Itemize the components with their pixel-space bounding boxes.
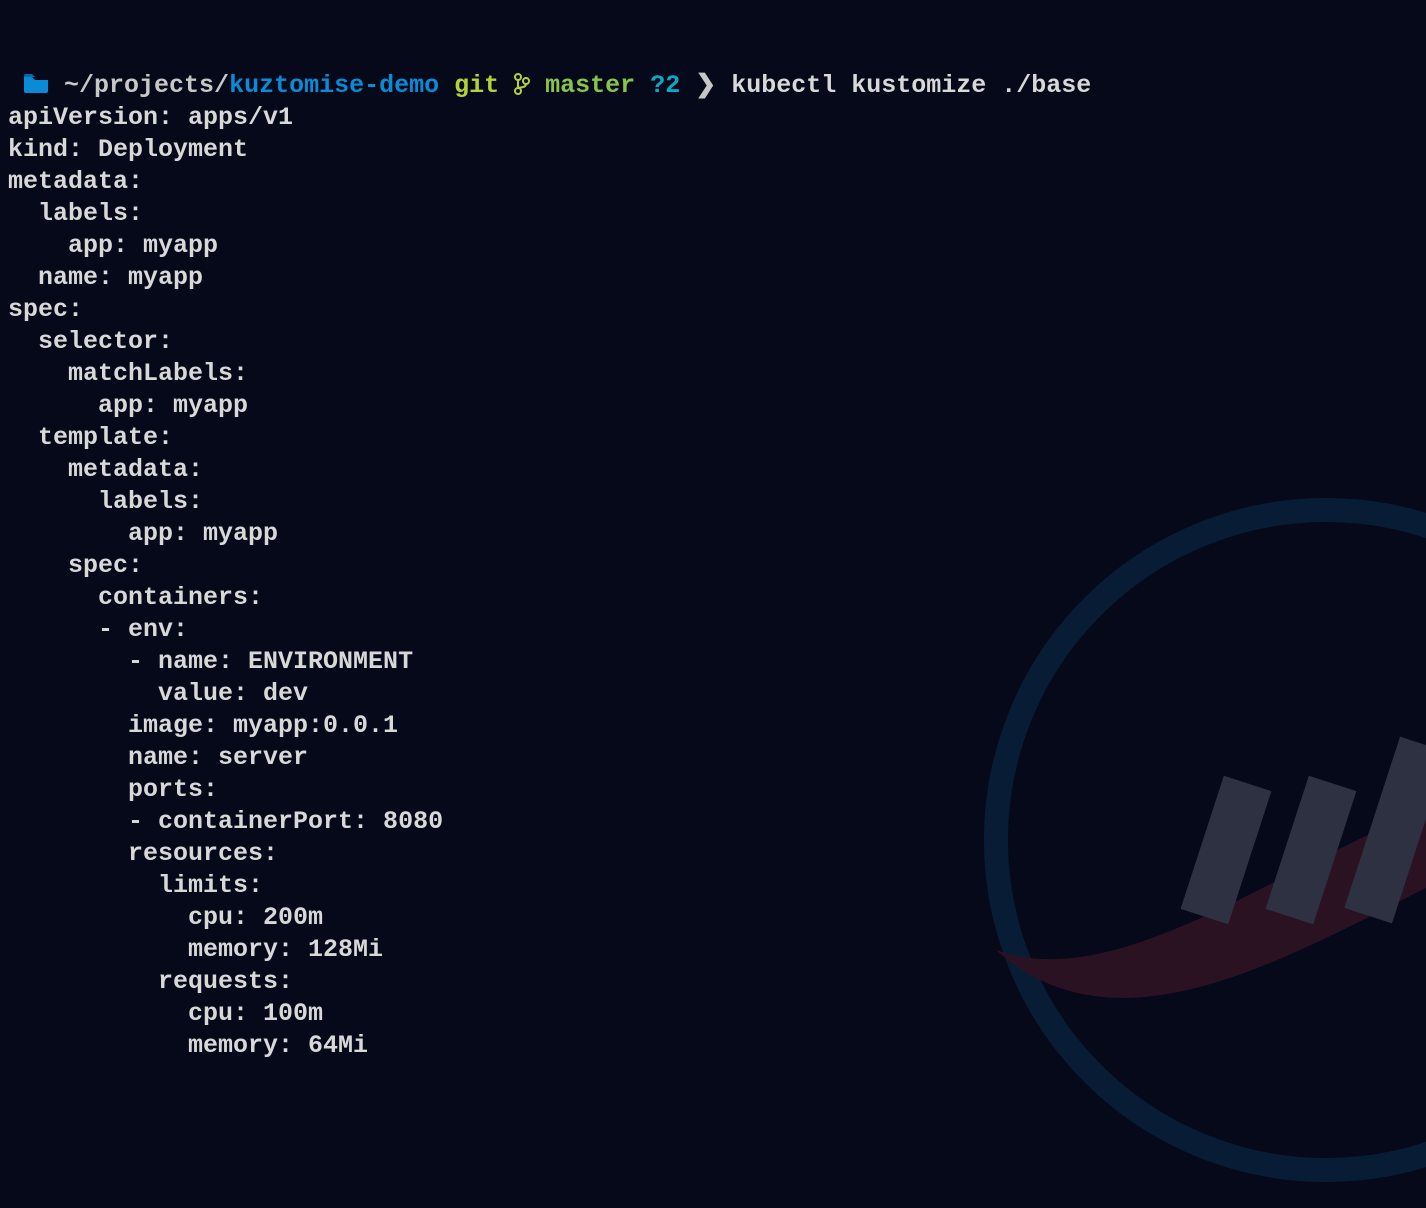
prompt-line[interactable]: ~/projects/kuztomise-demo git master ?2 … [8, 70, 1418, 102]
command-output: apiVersion: apps/v1kind: Deploymentmetad… [8, 102, 1418, 1062]
output-line: - containerPort: 8080 [8, 806, 1418, 838]
prompt-path-prefix: ~/projects/ [64, 71, 229, 100]
output-line: template: [8, 422, 1418, 454]
output-line: metadata: [8, 454, 1418, 486]
git-label: git [454, 71, 499, 100]
output-line: requests: [8, 966, 1418, 998]
output-line: app: myapp [8, 518, 1418, 550]
output-line: matchLabels: [8, 358, 1418, 390]
branch-icon [514, 71, 530, 100]
output-line: value: dev [8, 678, 1418, 710]
output-line: name: server [8, 742, 1418, 774]
output-line: cpu: 200m [8, 902, 1418, 934]
output-line: app: myapp [8, 230, 1418, 262]
output-line: - name: ENVIRONMENT [8, 646, 1418, 678]
output-line: app: myapp [8, 390, 1418, 422]
terminal-window[interactable]: ~/projects/kuztomise-demo git master ?2 … [0, 0, 1426, 1100]
output-line: labels: [8, 486, 1418, 518]
output-line: containers: [8, 582, 1418, 614]
prompt-arrow-icon: ❯ [695, 71, 716, 100]
output-line: labels: [8, 198, 1418, 230]
output-line: image: myapp:0.0.1 [8, 710, 1418, 742]
output-line: limits: [8, 870, 1418, 902]
output-line: ports: [8, 774, 1418, 806]
command-input[interactable]: kubectl kustomize ./base [731, 71, 1091, 100]
folder-icon [23, 71, 49, 100]
output-line: metadata: [8, 166, 1418, 198]
output-line: cpu: 100m [8, 998, 1418, 1030]
output-line: kind: Deployment [8, 134, 1418, 166]
output-line: resources: [8, 838, 1418, 870]
output-line: memory: 128Mi [8, 934, 1418, 966]
prompt-path-dir: kuztomise-demo [229, 71, 439, 100]
output-line: - env: [8, 614, 1418, 646]
output-line: name: myapp [8, 262, 1418, 294]
output-line: selector: [8, 326, 1418, 358]
git-branch: master [545, 71, 635, 100]
output-line: memory: 64Mi [8, 1030, 1418, 1062]
output-line: spec: [8, 550, 1418, 582]
output-line: spec: [8, 294, 1418, 326]
git-status: ?2 [650, 71, 680, 100]
output-line: apiVersion: apps/v1 [8, 102, 1418, 134]
